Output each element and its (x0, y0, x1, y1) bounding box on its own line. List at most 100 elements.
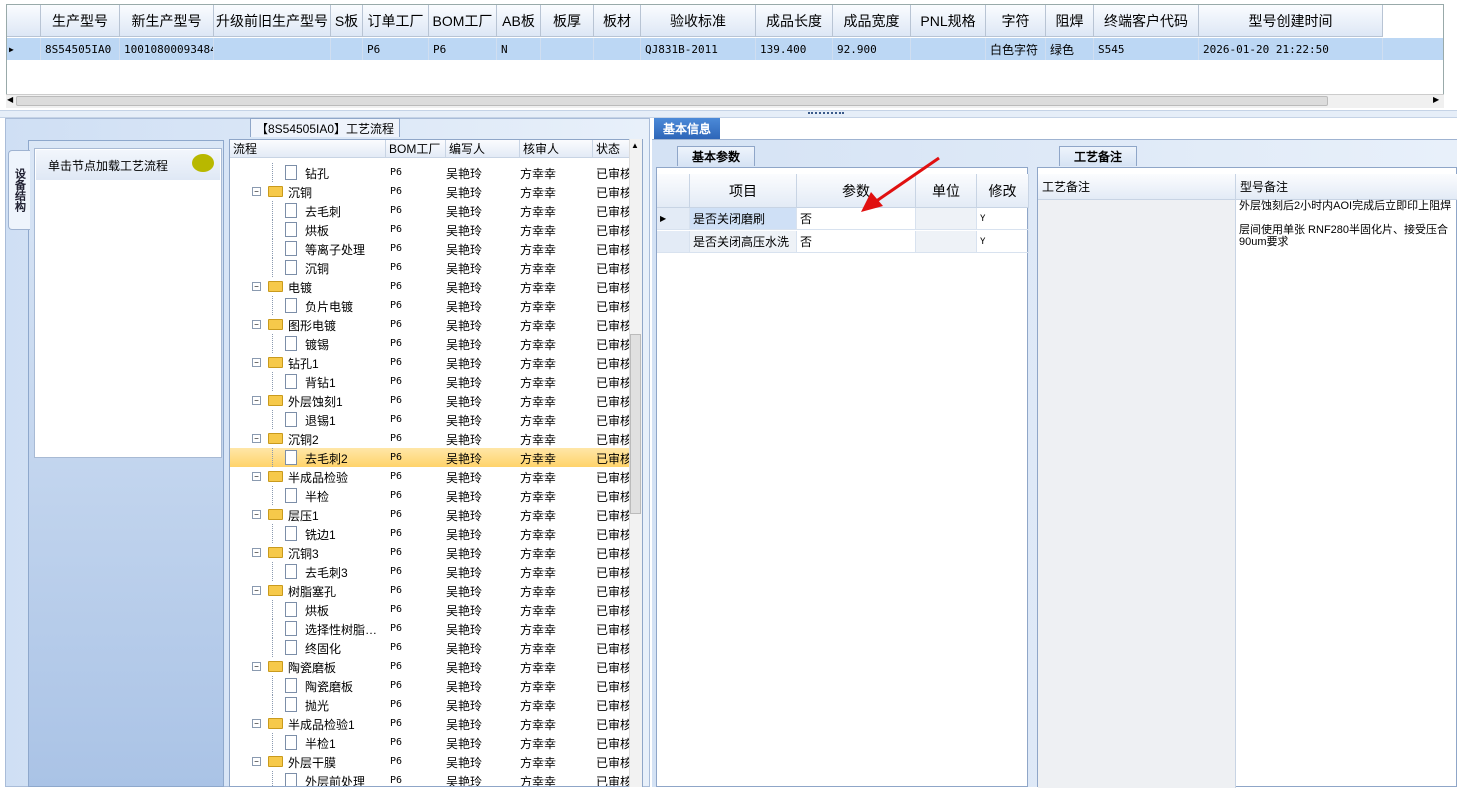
tree-row[interactable]: 半检 P6 吴艳玲 方幸幸 已审核 (230, 486, 630, 505)
nav-list[interactable] (34, 148, 222, 458)
grid-cell[interactable] (214, 38, 331, 60)
param-cell-modify[interactable]: Y (977, 231, 1029, 253)
grid-cell[interactable]: S545 (1094, 38, 1199, 60)
scroll-left-icon[interactable]: ◀ (7, 95, 13, 104)
grid-cell[interactable]: 10010800093484 (120, 38, 214, 60)
column-header[interactable]: 终端客户代码 (1094, 5, 1199, 37)
collapse-icon[interactable]: − (252, 282, 261, 291)
tree-column-header[interactable]: 流程 (230, 140, 386, 158)
scroll-thumb[interactable] (16, 96, 1328, 106)
tree-row[interactable]: 烘板 P6 吴艳玲 方幸幸 已审核 (230, 600, 630, 619)
tree-row[interactable]: 去毛刺2 P6 吴艳玲 方幸幸 已审核 (230, 448, 630, 467)
tree-row[interactable]: − 半成品检验1 P6 吴艳玲 方幸幸 已审核 (230, 714, 630, 733)
tree-row[interactable]: − 外层蚀刻1 P6 吴艳玲 方幸幸 已审核 (230, 391, 630, 410)
param-column-header[interactable]: 项目 (690, 174, 797, 208)
collapse-icon[interactable]: − (252, 358, 261, 367)
tree-row[interactable]: − 层压1 P6 吴艳玲 方幸幸 已审核 (230, 505, 630, 524)
collapse-icon[interactable]: − (252, 396, 261, 405)
grid-cell[interactable]: P6 (429, 38, 497, 60)
tree-row[interactable]: 钻孔 P6 吴艳玲 方幸幸 已审核 (230, 163, 630, 182)
collapse-icon[interactable]: − (252, 719, 261, 728)
param-cell-unit[interactable] (916, 231, 977, 253)
tree-row[interactable]: 铣边1 P6 吴艳玲 方幸幸 已审核 (230, 524, 630, 543)
grid-cell[interactable]: N (497, 38, 541, 60)
tab-basic-info[interactable]: 基本信息 (654, 118, 720, 139)
tab-basic-params[interactable]: 基本参数 (677, 146, 755, 166)
tree-row[interactable]: − 沉铜 P6 吴艳玲 方幸幸 已审核 (230, 182, 630, 201)
column-header[interactable]: BOM工厂 (429, 5, 497, 37)
scroll-up-icon[interactable]: ▲ (631, 141, 639, 150)
tree-row[interactable]: − 图形电镀 P6 吴艳玲 方幸幸 已审核 (230, 315, 630, 334)
column-header[interactable]: 验收标准 (641, 5, 756, 37)
collapse-icon[interactable]: − (252, 472, 261, 481)
param-cell-item[interactable]: 是否关闭高压水洗 (690, 231, 797, 253)
tree-row[interactable]: 半检1 P6 吴艳玲 方幸幸 已审核 (230, 733, 630, 752)
grid-cell[interactable]: 92.900 (833, 38, 911, 60)
tree-row[interactable]: − 树脂塞孔 P6 吴艳玲 方幸幸 已审核 (230, 581, 630, 600)
tree-row[interactable]: 等离子处理 P6 吴艳玲 方幸幸 已审核 (230, 239, 630, 258)
tree-row[interactable]: − 沉铜2 P6 吴艳玲 方幸幸 已审核 (230, 429, 630, 448)
collapse-icon[interactable]: − (252, 586, 261, 595)
column-header[interactable]: 字符 (986, 5, 1046, 37)
param-cell-item[interactable]: 是否关闭磨刷 (690, 208, 797, 230)
grid-cell[interactable] (594, 38, 641, 60)
grid-cell[interactable]: 2026-01-20 21:22:50 (1199, 38, 1383, 60)
column-header[interactable]: 型号创建时间 (1199, 5, 1383, 37)
tree-column-header[interactable]: 编写人 (446, 140, 520, 158)
model-grid[interactable]: 生产型号 新生产型号 升级前旧生产型号 S板 订单工厂 BOM工厂 AB板 板厚 板材 验收标准成… (6, 4, 1444, 108)
grid-cell[interactable]: QJ831B-2011 (641, 38, 756, 60)
tab-process-flow[interactable]: 【8S54505IA0】工艺流程 (250, 118, 400, 137)
tree-row[interactable]: 退锡1 P6 吴艳玲 方幸幸 已审核 (230, 410, 630, 429)
param-cell-param[interactable]: 否 (797, 231, 916, 253)
column-header[interactable]: 板材 (594, 5, 641, 37)
grid-cell[interactable]: 8S54505IA0 (41, 38, 120, 60)
tree-row[interactable]: 去毛刺 P6 吴艳玲 方幸幸 已审核 (230, 201, 630, 220)
column-header[interactable]: 升级前旧生产型号 (214, 5, 331, 37)
vertical-tab-device-structure[interactable]: 设备结构 (8, 150, 30, 230)
params-grid[interactable]: 项目 参数 单位 修改 ▶ 是否关闭磨刷否 Y 是否关闭高压水洗否 Y (656, 167, 1029, 787)
grid-cell[interactable]: 绿色 (1046, 38, 1094, 60)
tree-column-header[interactable]: BOM工厂 (386, 140, 446, 158)
collapse-icon[interactable]: − (252, 757, 261, 766)
tree-row[interactable]: 选择性树脂… P6 吴艳玲 方幸幸 已审核 (230, 619, 630, 638)
column-header[interactable]: 阻焊 (1046, 5, 1094, 37)
collapse-icon[interactable]: − (252, 548, 261, 557)
grid-cell[interactable] (911, 38, 986, 60)
column-header[interactable]: 成品长度 (756, 5, 833, 37)
tree-row[interactable]: 沉铜 P6 吴艳玲 方幸幸 已审核 (230, 258, 630, 277)
collapse-icon[interactable]: − (252, 510, 261, 519)
tree-row[interactable]: 背钻1 P6 吴艳玲 方幸幸 已审核 (230, 372, 630, 391)
collapse-icon[interactable]: − (252, 662, 261, 671)
tree-row[interactable]: − 半成品检验 P6 吴艳玲 方幸幸 已审核 (230, 467, 630, 486)
tree-row[interactable]: 终固化 P6 吴艳玲 方幸幸 已审核 (230, 638, 630, 657)
column-header[interactable]: 板厚 (541, 5, 594, 37)
tree-row[interactable]: 外层前处理 P6 吴艳玲 方幸幸 已审核 (230, 771, 630, 786)
tree-row[interactable]: − 沉铜3 P6 吴艳玲 方幸幸 已审核 (230, 543, 630, 562)
tree-row[interactable]: 去毛刺3 P6 吴艳玲 方幸幸 已审核 (230, 562, 630, 581)
tree-row[interactable]: 烘板 P6 吴艳玲 方幸幸 已审核 (230, 220, 630, 239)
collapse-icon[interactable]: − (252, 434, 261, 443)
grid-cell[interactable]: 白色字符 (986, 38, 1046, 60)
param-column-header[interactable]: 修改 (977, 174, 1029, 208)
tree-row[interactable]: − 钻孔1 P6 吴艳玲 方幸幸 已审核 (230, 353, 630, 372)
tree-column-header[interactable]: 核审人 (520, 140, 593, 158)
tree-row[interactable]: 陶瓷磨板 P6 吴艳玲 方幸幸 已审核 (230, 676, 630, 695)
horizontal-splitter[interactable] (0, 110, 1457, 118)
column-header[interactable]: 生产型号 (41, 5, 120, 37)
process-flow-tree[interactable]: 流程 BOM工厂 编写人 核审人 状态 钻孔 P6 吴艳玲 方幸幸 已审核 − 沉铜 P6 吴艳玲 方幸幸… (229, 139, 643, 787)
column-header[interactable]: S板 (331, 5, 363, 37)
tree-row[interactable]: 镀锡 P6 吴艳玲 方幸幸 已审核 (230, 334, 630, 353)
horizontal-scrollbar[interactable]: ◀ ▶ (6, 94, 1444, 108)
column-header[interactable]: 新生产型号 (120, 5, 214, 37)
grid-cell[interactable] (331, 38, 363, 60)
grid-cell[interactable]: 139.400 (756, 38, 833, 60)
grid-cell[interactable]: P6 (363, 38, 429, 60)
collapse-icon[interactable]: − (252, 320, 261, 329)
column-header[interactable]: PNL规格 (911, 5, 986, 37)
column-header[interactable]: 订单工厂 (363, 5, 429, 37)
tree-row[interactable]: − 外层干膜 P6 吴艳玲 方幸幸 已审核 (230, 752, 630, 771)
tree-row[interactable]: 抛光 P6 吴艳玲 方幸幸 已审核 (230, 695, 630, 714)
grid-cell[interactable] (541, 38, 594, 60)
column-header[interactable]: 成品宽度 (833, 5, 911, 37)
scroll-right-icon[interactable]: ▶ (1433, 95, 1439, 104)
